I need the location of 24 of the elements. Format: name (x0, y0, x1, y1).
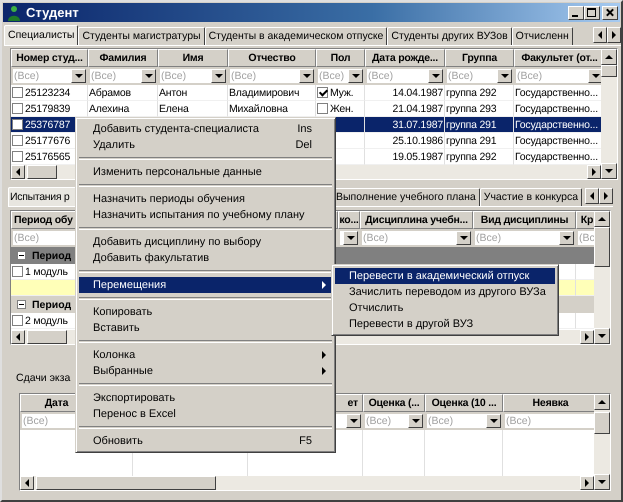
group-label: Период (32, 250, 72, 262)
table-cell: группа 292 (445, 85, 514, 101)
window-title: Студент (26, 5, 79, 20)
table-cell: Антон (158, 85, 228, 101)
table-cell: 25.10.1986 (365, 133, 445, 149)
table-cell: 31.07.1987 (365, 117, 445, 133)
student-number: 25177676 (25, 134, 70, 146)
shortcut-label: F5 (299, 435, 313, 447)
table-cell: группа 291 (445, 117, 514, 133)
module-label: 1 модуль (25, 266, 68, 278)
table-cell: 14.04.1987 (365, 85, 445, 101)
module-label: 2 модуль (25, 314, 68, 326)
table-cell: Владимирович (228, 85, 316, 101)
student-number: 25176565 (25, 150, 70, 162)
shortcut-label: Ins (297, 123, 313, 135)
shortcut-label: Del (295, 139, 313, 151)
group-label: Период (32, 298, 72, 310)
student-number: 25179839 (25, 102, 70, 114)
student-number: 25376787 (25, 118, 70, 130)
table-cell: группа 291 (445, 133, 514, 149)
student-number: 25123234 (25, 86, 70, 98)
gender-label: Жен. (330, 102, 354, 114)
table-cell: Абрамов (88, 85, 158, 101)
gender-label: Муж. (330, 86, 354, 98)
